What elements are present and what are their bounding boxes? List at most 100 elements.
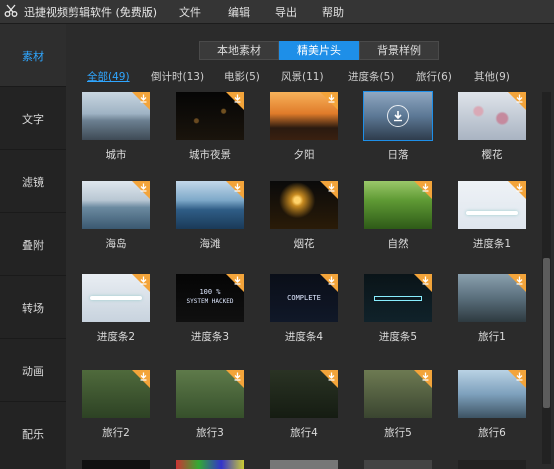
content-panel: 本地素材 精美片头 背景样例 全部(49) 倒计时(13) 电影(5) 风景(1…: [67, 24, 554, 469]
template-tile[interactable]: 城市: [82, 92, 152, 161]
download-arrow-icon: [515, 182, 524, 192]
template-tile[interactable]: 海滩: [176, 181, 246, 250]
template-tile[interactable]: 旅行6: [458, 370, 528, 439]
template-tile[interactable]: 100 % SYSTEM HACKED 进度条3: [176, 274, 246, 343]
download-arrow-icon: [233, 275, 242, 285]
sidebar-item-overlay[interactable]: 叠附: [0, 213, 66, 276]
template-thumbnail[interactable]: [364, 181, 432, 229]
template-tile[interactable]: 旅行2: [82, 370, 152, 439]
category-scenery[interactable]: 风景(11): [281, 69, 324, 84]
category-other[interactable]: 其他(9): [474, 69, 510, 84]
category-movie[interactable]: 电影(5): [224, 69, 260, 84]
template-label: 城市: [105, 149, 127, 161]
template-label: 进度条5: [378, 331, 418, 343]
template-tile[interactable]: 旅行1: [458, 274, 528, 343]
sidebar-item-label: 文字: [22, 113, 44, 126]
template-tile[interactable]: COMPLETE 进度条4: [270, 274, 340, 343]
progress-bar-graphic: [90, 296, 142, 300]
title-bar: 迅捷视频剪辑软件 (免费版) 文件 编辑 导出 帮助: [0, 0, 554, 24]
template-label: 旅行1: [478, 331, 506, 343]
thumbnail-text: SYSTEM HACKED: [186, 298, 234, 305]
template-tile[interactable]: 旅行3: [176, 370, 246, 439]
template-thumbnail[interactable]: [176, 92, 244, 140]
sidebar-item-filter[interactable]: 滤镜: [0, 150, 66, 213]
menu-help[interactable]: 帮助: [322, 4, 344, 20]
scrollbar[interactable]: [542, 92, 551, 464]
download-arrow-icon: [515, 371, 524, 381]
download-arrow-icon: [327, 93, 336, 103]
template-thumbnail[interactable]: [176, 181, 244, 229]
sidebar-item-text[interactable]: 文字: [0, 87, 66, 150]
template-tile[interactable]: 夕阳: [270, 92, 340, 161]
download-arrow-icon: [139, 275, 148, 285]
template-thumbnail[interactable]: [363, 91, 433, 141]
download-arrow-icon: [233, 93, 242, 103]
template-thumbnail[interactable]: COMPLETE: [270, 274, 338, 322]
template-thumbnail[interactable]: [458, 92, 526, 140]
tab-featured-intro[interactable]: 精美片头: [279, 41, 359, 60]
template-thumbnail[interactable]: [458, 181, 526, 229]
category-progress-bar[interactable]: 进度条(5): [348, 69, 394, 84]
template-thumbnail[interactable]: [364, 370, 432, 418]
template-thumbnail[interactable]: [364, 274, 432, 322]
menu-export[interactable]: 导出: [275, 4, 297, 20]
download-arrow-icon: [139, 371, 148, 381]
partial-thumbnail: [364, 460, 432, 469]
template-tile[interactable]: 旅行4: [270, 370, 340, 439]
partial-thumbnail: [176, 460, 244, 469]
template-label: 旅行2: [102, 427, 130, 439]
template-thumbnail[interactable]: [270, 181, 338, 229]
template-tile[interactable]: 樱花: [458, 92, 528, 161]
template-thumbnail[interactable]: [458, 274, 526, 322]
sidebar-item-label: 配乐: [22, 428, 44, 441]
template-thumbnail[interactable]: [82, 274, 150, 322]
template-label: 日落: [387, 149, 409, 161]
template-tile[interactable]: 日落: [363, 91, 434, 161]
download-arrow-icon: [139, 182, 148, 192]
sidebar-item-label: 滤镜: [22, 176, 44, 189]
progress-bar-graphic: [374, 296, 422, 301]
download-arrow-icon: [515, 93, 524, 103]
download-circle-icon[interactable]: [387, 105, 409, 127]
template-label: 进度条3: [190, 331, 230, 343]
menu-file[interactable]: 文件: [179, 4, 201, 20]
template-tile[interactable]: 海岛: [82, 181, 152, 250]
download-arrow-icon: [421, 371, 430, 381]
template-tile[interactable]: 自然: [364, 181, 434, 250]
template-thumbnail[interactable]: [82, 370, 150, 418]
template-thumbnail[interactable]: [82, 181, 150, 229]
app-title: 迅捷视频剪辑软件 (免费版): [24, 6, 158, 19]
template-thumbnail[interactable]: [270, 370, 338, 418]
sidebar-item-transition[interactable]: 转场: [0, 276, 66, 339]
tab-local-media[interactable]: 本地素材: [199, 41, 279, 60]
sidebar-item-music[interactable]: 配乐: [0, 402, 66, 465]
template-tile[interactable]: 烟花: [270, 181, 340, 250]
download-arrow-icon: [421, 275, 430, 285]
sidebar: 素材 文字 滤镜 叠附 转场 动画 配乐: [0, 24, 66, 469]
tab-background-samples[interactable]: 背景样例: [359, 41, 439, 60]
template-tile[interactable]: 进度条1: [458, 181, 528, 250]
download-arrow-icon: [327, 182, 336, 192]
sidebar-item-label: 叠附: [22, 239, 44, 252]
scissors-icon: [4, 4, 18, 17]
template-tile[interactable]: 进度条5: [364, 274, 434, 343]
template-thumbnail[interactable]: [82, 92, 150, 140]
template-thumbnail[interactable]: [176, 370, 244, 418]
template-tile[interactable]: 旅行5: [364, 370, 434, 439]
template-thumbnail[interactable]: 100 % SYSTEM HACKED: [176, 274, 244, 322]
template-thumbnail[interactable]: [458, 370, 526, 418]
category-countdown[interactable]: 倒计时(13): [151, 69, 204, 84]
scrollbar-thumb[interactable]: [543, 258, 550, 408]
template-thumbnail[interactable]: [270, 92, 338, 140]
template-label: 樱花: [481, 149, 503, 161]
sidebar-item-media[interactable]: 素材: [0, 24, 66, 87]
template-tile[interactable]: 进度条2: [82, 274, 152, 343]
template-tile[interactable]: 城市夜景: [176, 92, 246, 161]
category-travel[interactable]: 旅行(6): [416, 69, 452, 84]
sidebar-item-animation[interactable]: 动画: [0, 339, 66, 402]
category-all[interactable]: 全部(49): [87, 69, 130, 84]
download-arrow-icon: [233, 182, 242, 192]
menu-edit[interactable]: 编辑: [228, 4, 250, 20]
download-arrow-icon: [515, 275, 524, 285]
template-label: 进度条1: [472, 238, 512, 250]
